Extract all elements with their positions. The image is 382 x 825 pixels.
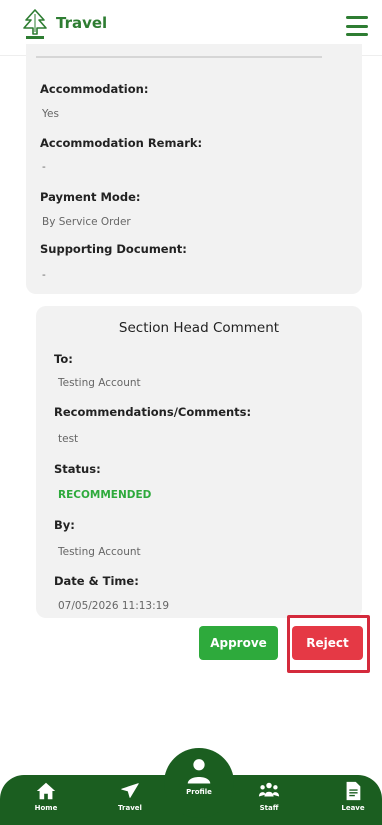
by-value: Testing Account xyxy=(58,546,141,558)
by-label: By: xyxy=(54,518,75,532)
reject-button[interactable]: Reject xyxy=(292,626,363,660)
accommodation-remark-value: - xyxy=(42,161,46,173)
nav-travel-label: Travel xyxy=(118,804,142,812)
datetime-value: 07/05/2026 11:13:19 xyxy=(58,600,170,612)
nav-home[interactable]: Home xyxy=(21,780,71,825)
nav-profile[interactable]: Profile xyxy=(174,756,224,816)
status-badge: RECOMMENDED xyxy=(58,489,152,501)
user-icon xyxy=(187,759,211,784)
accommodation-label: Accommodation: xyxy=(40,82,149,96)
section-head-title: Section Head Comment xyxy=(118,320,280,336)
payment-mode-label: Payment Mode: xyxy=(40,190,141,204)
nav-leave-label: Leave xyxy=(341,804,365,812)
nav-staff-label: Staff xyxy=(259,804,279,812)
comments-value: test xyxy=(58,433,79,445)
nav-travel[interactable]: Travel xyxy=(105,780,155,825)
airplane-icon xyxy=(121,783,139,798)
document-icon xyxy=(346,781,361,801)
section-head-comment-card: Section Head Comment To: Testing Account… xyxy=(36,306,362,618)
payment-mode-value: By Service Order xyxy=(42,216,131,228)
accommodation-value: Yes xyxy=(42,108,59,120)
comments-label: Recommendations/Comments: xyxy=(54,405,252,419)
group-icon xyxy=(258,782,280,797)
accommodation-remark-label: Accommodation Remark: xyxy=(40,136,203,150)
hamburger-menu-icon[interactable] xyxy=(346,16,368,36)
datetime-label: Date & Time: xyxy=(54,574,139,588)
home-icon xyxy=(36,782,56,800)
nav-leave[interactable]: Leave xyxy=(328,780,378,825)
to-value: Testing Account xyxy=(58,377,141,389)
nav-staff[interactable]: Staff xyxy=(244,780,294,825)
status-label: Status: xyxy=(54,462,101,476)
supporting-document-label: Supporting Document: xyxy=(40,242,187,256)
nav-home-label: Home xyxy=(34,804,58,812)
logo-icon xyxy=(23,9,47,39)
nav-profile-label: Profile xyxy=(186,788,212,796)
app-title: Travel xyxy=(56,14,108,32)
divider xyxy=(36,56,322,58)
to-label: To: xyxy=(54,352,73,366)
travel-details-card: Accommodation: Yes Accommodation Remark:… xyxy=(26,44,362,294)
supporting-document-value: - xyxy=(42,269,46,281)
approve-button[interactable]: Approve xyxy=(199,626,278,660)
